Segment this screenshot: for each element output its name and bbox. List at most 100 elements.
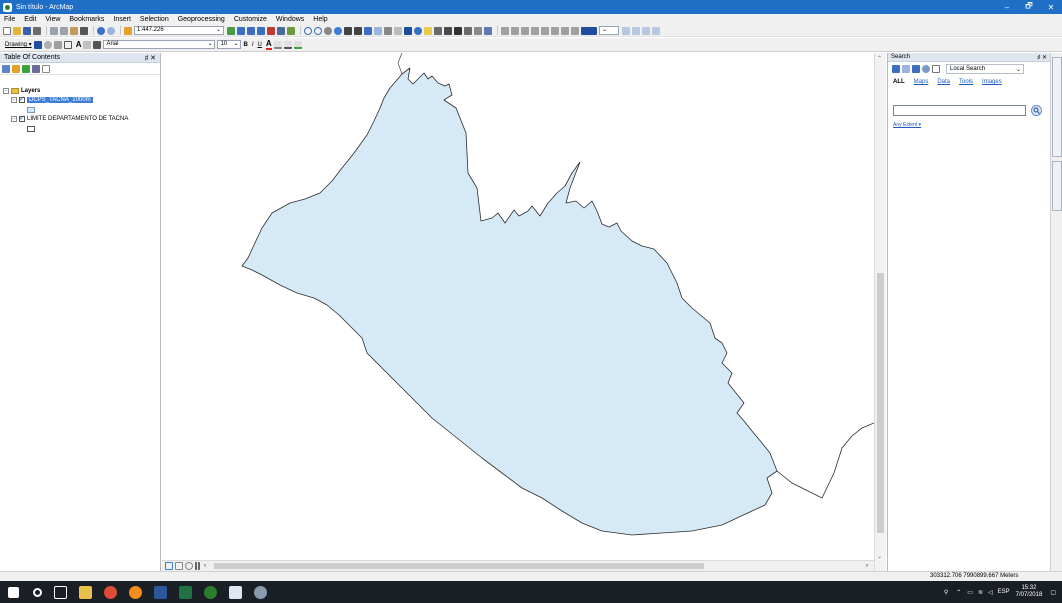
scroll-up-icon[interactable]: ⌃ [877,55,882,62]
toc-options-icon[interactable] [42,64,50,73]
dock-tab-toolbox[interactable] [1052,161,1062,211]
identify-icon[interactable] [414,26,422,35]
fixed-zoom-out-icon[interactable] [354,26,362,35]
tab-images[interactable]: Images [982,79,1002,85]
catalog-icon[interactable] [247,26,255,35]
layout-tool-icon[interactable] [642,26,650,35]
menu-customize[interactable]: Customize [234,16,267,23]
select-elements-icon[interactable] [404,26,412,35]
menu-selection[interactable]: Selection [140,16,169,23]
layout-tool-icon[interactable] [571,26,579,35]
globe-app-icon[interactable] [254,585,267,599]
menu-windows[interactable]: Windows [276,16,304,23]
editor-toolbar-icon[interactable] [227,26,235,35]
toc-layers-root[interactable]: − Layers [3,88,40,94]
fill-color-icon[interactable] [273,40,282,49]
home-icon[interactable] [912,65,920,73]
font-icon[interactable] [93,40,102,49]
find-icon[interactable] [454,26,462,35]
copy-icon[interactable] [60,26,68,35]
font-color-icon[interactable]: A [265,39,272,50]
cut-icon[interactable] [50,26,58,35]
back-icon[interactable] [364,26,372,35]
layout-tool-icon[interactable] [511,26,519,35]
notifications-icon[interactable]: ▢ [1050,589,1056,596]
go-to-xy-icon[interactable] [474,26,482,35]
color-swatch-icon[interactable] [581,26,597,35]
scroll-down-icon[interactable]: ⌄ [877,553,882,560]
tab-maps[interactable]: Maps [914,79,929,85]
menu-edit[interactable]: Edit [24,16,36,23]
layout-tool-icon[interactable] [652,26,660,35]
forward-arrow-icon[interactable] [902,65,910,73]
underline-button[interactable]: U [257,42,261,48]
scrollbar-thumb[interactable] [877,273,884,533]
text-tool-icon[interactable]: A [76,40,82,49]
layout-tool-icon[interactable] [501,26,509,35]
redo-icon[interactable] [107,26,115,35]
layer-symbol-swatch[interactable] [27,126,35,132]
layout-tool-icon[interactable] [622,26,630,35]
time-slider-icon[interactable] [484,26,492,35]
hyperlink-icon[interactable] [424,26,432,35]
save-icon[interactable] [23,26,31,35]
tab-data[interactable]: Data [937,79,950,85]
back-arrow-icon[interactable] [892,65,900,73]
edit-vertices-icon[interactable] [83,40,92,49]
pause-drawing-icon[interactable] [195,562,200,570]
measure-icon[interactable] [444,26,452,35]
chrome-icon[interactable] [104,585,117,599]
tab-all[interactable]: ALL [893,79,905,85]
table-of-contents-icon[interactable] [237,26,245,35]
layout-tool-icon[interactable] [561,26,569,35]
task-view-icon[interactable] [54,585,67,599]
layout-tool-icon[interactable] [551,26,559,35]
scroll-right-icon[interactable]: › [866,563,868,569]
horizontal-scrollbar-thumb[interactable] [214,563,704,569]
new-document-icon[interactable] [3,26,11,35]
list-by-drawing-order-icon[interactable] [2,64,10,73]
paste-icon[interactable] [70,26,78,35]
volume-icon[interactable]: ◁ [988,589,993,596]
forward-icon[interactable] [374,26,382,35]
layout-combo[interactable]: ⌄ [599,26,619,35]
people-icon[interactable]: ⚲ [944,589,948,596]
map-scale-combo[interactable]: 1:447.226 ⌄ [134,26,224,35]
search-pin-close[interactable]: ♯ ✕ [1037,54,1047,61]
refresh-icon[interactable] [185,562,193,570]
layer-name-dcps[interactable]: DCPS_TACNA_1000m [27,97,93,103]
undo-icon[interactable] [97,26,105,35]
list-by-selection-icon[interactable] [32,64,40,73]
restore-button[interactable]: 🗗 [1018,0,1040,14]
search-icon[interactable] [33,587,42,597]
arcmap-taskbar-icon[interactable] [204,585,217,599]
search-input[interactable] [893,105,1026,116]
layout-tool-icon[interactable] [632,26,640,35]
minimize-button[interactable]: – [996,0,1018,14]
data-view-icon[interactable] [165,562,173,570]
toc-layer-dcps[interactable]: − DCPS_TACNA_1000m [11,95,93,103]
html-popup-icon[interactable] [434,26,442,35]
search-scope-dropdown[interactable]: Local Search ⌄ [946,64,1024,74]
dock-tab-catalog[interactable] [1052,57,1062,157]
select-features-icon[interactable] [384,26,392,35]
input-language[interactable]: ESP [998,589,1010,595]
layout-view-icon[interactable] [175,562,183,570]
model-builder-icon[interactable] [287,26,295,35]
map-view[interactable] [162,53,874,560]
word-icon[interactable] [154,585,167,599]
collapse-icon[interactable]: − [11,116,17,122]
find-route-icon[interactable] [464,26,472,35]
open-folder-icon[interactable] [13,26,21,35]
drawing-menu[interactable]: Drawing ▾ [5,41,32,48]
system-clock[interactable]: 15:32 7/07/2018 [1016,585,1043,599]
windows-start-icon[interactable] [8,586,19,598]
print-icon[interactable] [33,26,41,35]
search-button[interactable] [1031,105,1042,116]
menu-help[interactable]: Help [313,16,327,23]
list-by-source-icon[interactable] [12,64,20,73]
mail-icon[interactable] [229,585,242,599]
layer-visibility-checkbox[interactable] [19,95,25,103]
menu-file[interactable]: File [4,16,15,23]
layout-tool-icon[interactable] [521,26,529,35]
